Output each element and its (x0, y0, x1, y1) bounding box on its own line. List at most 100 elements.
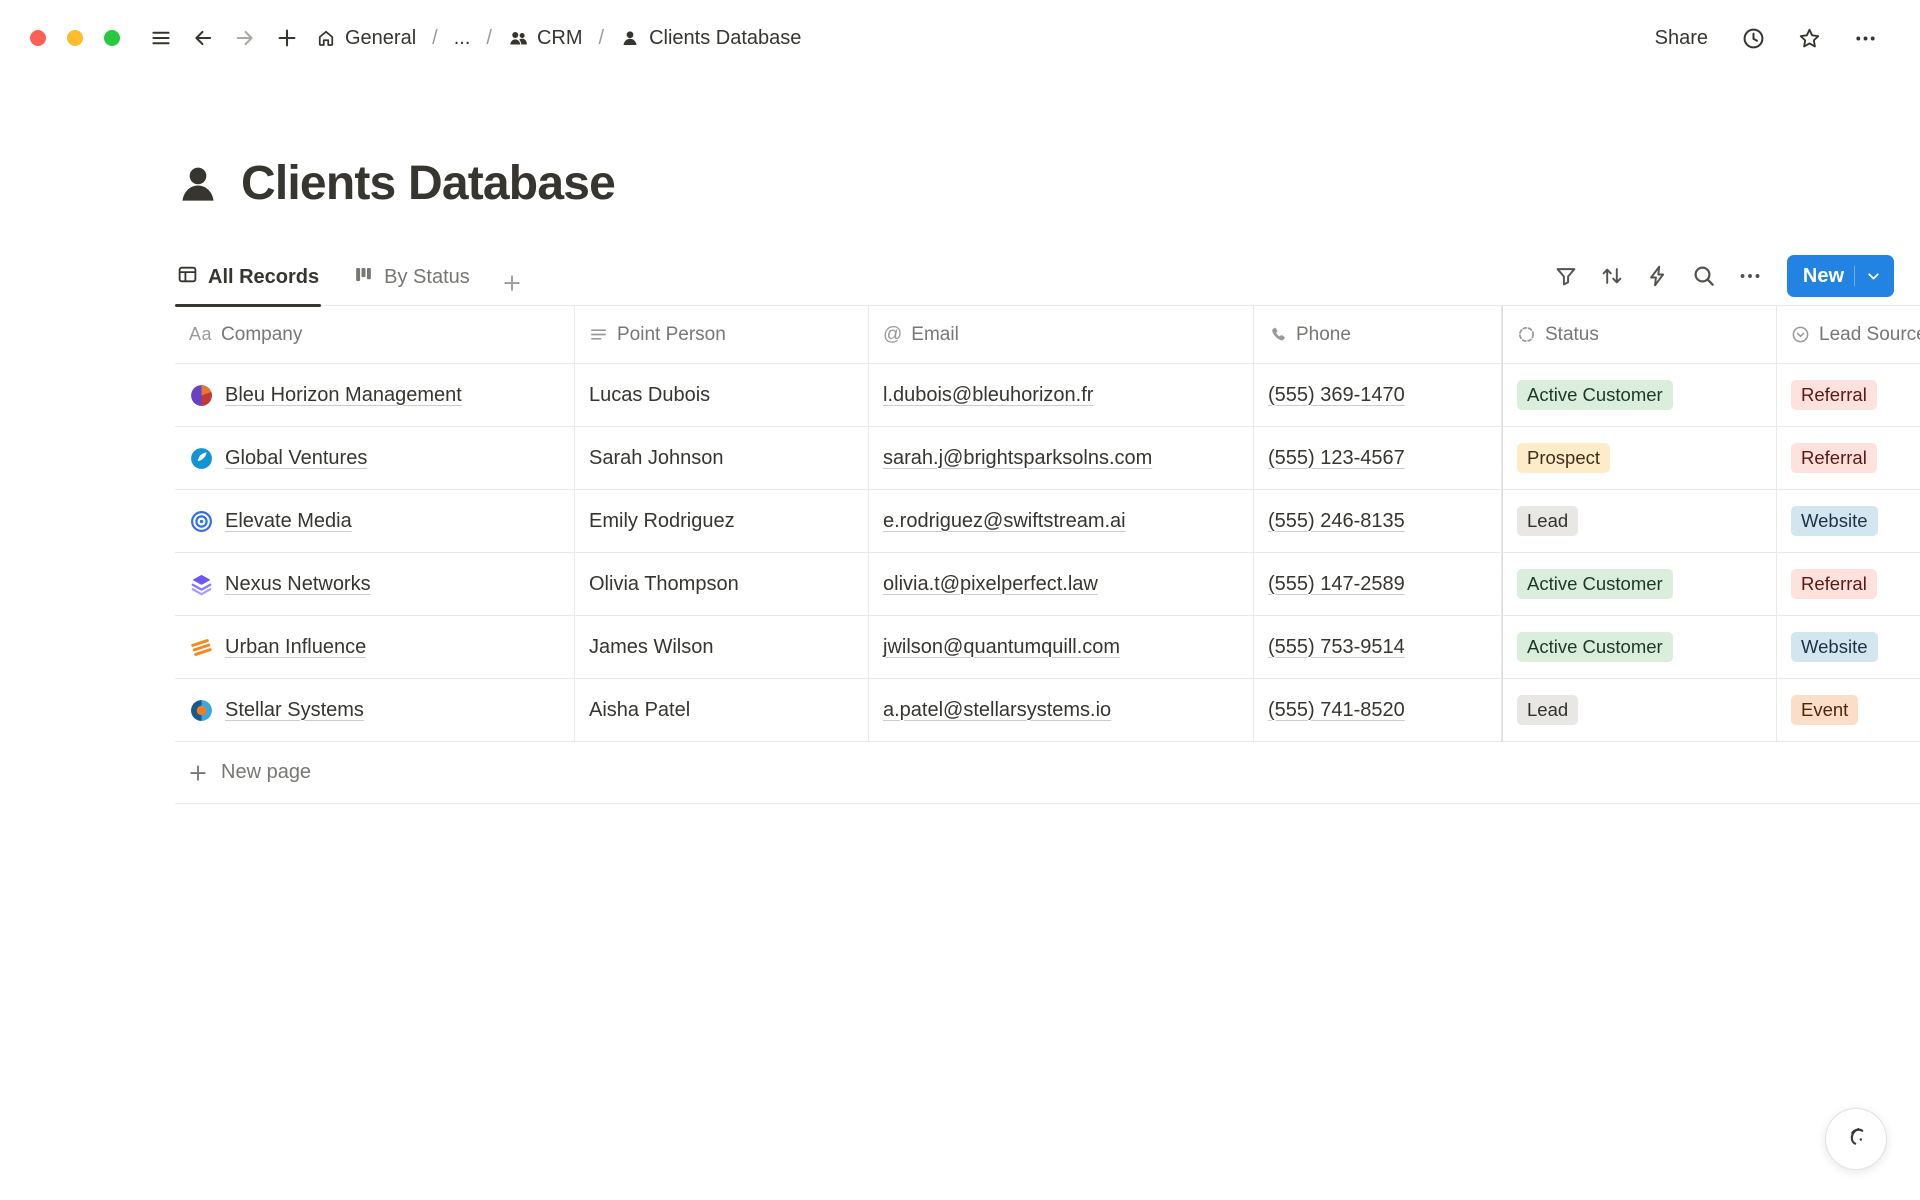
table-row[interactable]: Nexus Networks Olivia Thompson olivia.t@… (175, 553, 1920, 616)
email-link[interactable]: a.patel@stellarsystems.io (883, 699, 1111, 722)
point-person-cell[interactable]: Emily Rodriguez (575, 490, 869, 553)
breadcrumb-item-general[interactable]: General (312, 23, 420, 54)
new-page-row[interactable]: New page (175, 742, 1920, 804)
person-icon[interactable] (175, 161, 221, 207)
status-badge[interactable]: Lead (1517, 695, 1578, 725)
search-icon[interactable] (1685, 259, 1723, 293)
tab-by-status[interactable]: By Status (351, 264, 472, 305)
phone-cell[interactable]: (555) 741-8520 (1254, 679, 1502, 742)
status-cell[interactable]: Active Customer (1502, 364, 1777, 427)
company-name-link[interactable]: Elevate Media (225, 510, 352, 533)
status-badge[interactable]: Active Customer (1517, 380, 1673, 410)
lead-source-badge[interactable]: Event (1791, 695, 1858, 725)
minimize-window-button[interactable] (67, 30, 83, 46)
phone-cell[interactable]: (555) 123-4567 (1254, 427, 1502, 490)
phone-link[interactable]: (555) 246-8135 (1268, 510, 1405, 533)
column-header-phone[interactable]: Phone (1254, 306, 1502, 364)
lead-source-badge[interactable]: Referral (1791, 443, 1877, 473)
lead-source-badge[interactable]: Website (1791, 632, 1878, 662)
new-record-button[interactable]: New (1787, 255, 1894, 297)
status-cell[interactable]: Lead (1502, 679, 1777, 742)
status-cell[interactable]: Active Customer (1502, 616, 1777, 679)
lead-source-badge[interactable]: Referral (1791, 569, 1877, 599)
column-header-email[interactable]: @ Email (869, 306, 1254, 364)
status-badge[interactable]: Lead (1517, 506, 1578, 536)
column-header-point-person[interactable]: Point Person (575, 306, 869, 364)
company-name-link[interactable]: Urban Influence (225, 636, 366, 659)
table-row[interactable]: Stellar Systems Aisha Patel a.patel@stel… (175, 679, 1920, 742)
table-row[interactable]: Bleu Horizon Management Lucas Dubois l.d… (175, 364, 1920, 427)
company-cell[interactable]: Nexus Networks (175, 553, 575, 616)
table-row[interactable]: Elevate Media Emily Rodriguez e.rodrigue… (175, 490, 1920, 553)
status-cell[interactable]: Active Customer (1502, 553, 1777, 616)
email-cell[interactable]: jwilson@quantumquill.com (869, 616, 1254, 679)
share-button[interactable]: Share (1645, 21, 1718, 56)
lead-source-badge[interactable]: Referral (1791, 380, 1877, 410)
lead-source-cell[interactable]: Website (1777, 490, 1920, 553)
point-person-cell[interactable]: Sarah Johnson (575, 427, 869, 490)
status-cell[interactable]: Lead (1502, 490, 1777, 553)
company-cell[interactable]: Stellar Systems (175, 679, 575, 742)
more-icon[interactable] (1731, 259, 1769, 293)
table-row[interactable]: Urban Influence James Wilson jwilson@qua… (175, 616, 1920, 679)
column-header-status[interactable]: Status (1502, 306, 1777, 364)
phone-cell[interactable]: (555) 753-9514 (1254, 616, 1502, 679)
more-icon[interactable] (1844, 17, 1886, 59)
point-person-cell[interactable]: Aisha Patel (575, 679, 869, 742)
breadcrumb-item-ellipsis[interactable]: ... (450, 23, 475, 54)
sort-icon[interactable] (1593, 259, 1631, 293)
phone-cell[interactable]: (555) 147-2589 (1254, 553, 1502, 616)
table-row[interactable]: Global Ventures Sarah Johnson sarah.j@br… (175, 427, 1920, 490)
point-person-cell[interactable]: Lucas Dubois (575, 364, 869, 427)
zoom-window-button[interactable] (104, 30, 120, 46)
email-cell[interactable]: sarah.j@brightsparksolns.com (869, 427, 1254, 490)
status-badge[interactable]: Active Customer (1517, 632, 1673, 662)
phone-link[interactable]: (555) 741-8520 (1268, 699, 1405, 722)
back-icon[interactable] (182, 17, 224, 59)
email-link[interactable]: olivia.t@pixelperfect.law (883, 573, 1098, 596)
status-badge[interactable]: Active Customer (1517, 569, 1673, 599)
tab-all-records[interactable]: All Records (175, 264, 321, 305)
point-person-cell[interactable]: Olivia Thompson (575, 553, 869, 616)
company-name-link[interactable]: Global Ventures (225, 447, 367, 470)
menu-icon[interactable] (140, 17, 182, 59)
email-link[interactable]: e.rodriguez@swiftstream.ai (883, 510, 1126, 533)
email-cell[interactable]: olivia.t@pixelperfect.law (869, 553, 1254, 616)
company-name-link[interactable]: Stellar Systems (225, 699, 364, 722)
phone-cell[interactable]: (555) 246-8135 (1254, 490, 1502, 553)
lead-source-cell[interactable]: Event (1777, 679, 1920, 742)
lead-source-cell[interactable]: Referral (1777, 427, 1920, 490)
filter-icon[interactable] (1547, 259, 1585, 293)
email-link[interactable]: sarah.j@brightsparksolns.com (883, 447, 1152, 470)
status-cell[interactable]: Prospect (1502, 427, 1777, 490)
help-button[interactable] (1825, 1108, 1887, 1170)
phone-link[interactable]: (555) 369-1470 (1268, 384, 1405, 407)
add-view-button[interactable] (502, 273, 522, 305)
history-clock-icon[interactable] (1732, 17, 1774, 59)
lead-source-cell[interactable]: Referral (1777, 553, 1920, 616)
lead-source-cell[interactable]: Referral (1777, 364, 1920, 427)
email-cell[interactable]: l.dubois@bleuhorizon.fr (869, 364, 1254, 427)
breadcrumb-item-crm[interactable]: CRM (504, 23, 587, 54)
phone-link[interactable]: (555) 753-9514 (1268, 636, 1405, 659)
phone-link[interactable]: (555) 147-2589 (1268, 573, 1405, 596)
email-link[interactable]: l.dubois@bleuhorizon.fr (883, 384, 1093, 407)
breadcrumb-item-clients-database[interactable]: Clients Database (616, 23, 805, 54)
lightning-icon[interactable] (1639, 259, 1677, 293)
company-cell[interactable]: Global Ventures (175, 427, 575, 490)
favorite-star-icon[interactable] (1788, 17, 1830, 59)
new-tab-icon[interactable] (266, 17, 308, 59)
phone-cell[interactable]: (555) 369-1470 (1254, 364, 1502, 427)
column-header-lead-source[interactable]: Lead Source (1777, 306, 1920, 364)
email-cell[interactable]: e.rodriguez@swiftstream.ai (869, 490, 1254, 553)
point-person-cell[interactable]: James Wilson (575, 616, 869, 679)
email-cell[interactable]: a.patel@stellarsystems.io (869, 679, 1254, 742)
forward-icon[interactable] (224, 17, 266, 59)
company-name-link[interactable]: Bleu Horizon Management (225, 384, 462, 407)
lead-source-badge[interactable]: Website (1791, 506, 1878, 536)
phone-link[interactable]: (555) 123-4567 (1268, 447, 1405, 470)
company-name-link[interactable]: Nexus Networks (225, 573, 371, 596)
lead-source-cell[interactable]: Website (1777, 616, 1920, 679)
company-cell[interactable]: Bleu Horizon Management (175, 364, 575, 427)
company-cell[interactable]: Urban Influence (175, 616, 575, 679)
